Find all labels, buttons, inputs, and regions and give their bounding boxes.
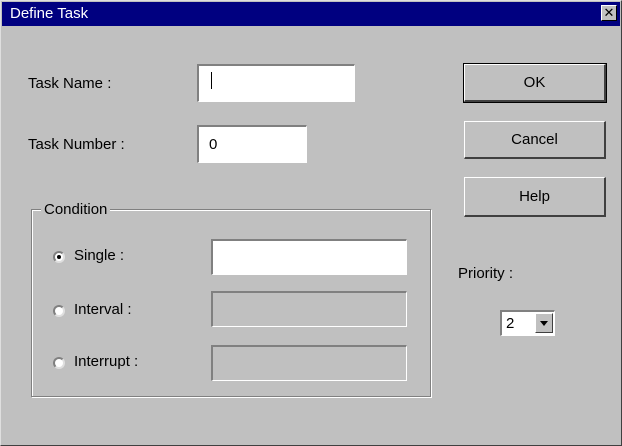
define-task-dialog: Define Task ✕ Task Name : Task Number : … [0,0,622,446]
text-caret [211,72,212,89]
interval-label: Interval : [74,301,132,318]
task-name-label: Task Name : [28,75,112,92]
task-number-label: Task Number : [28,136,125,153]
help-button[interactable]: Help [464,177,606,217]
close-icon[interactable]: ✕ [601,5,617,21]
task-number-value: 0 [209,136,218,153]
close-glyph: ✕ [603,5,615,20]
interrupt-label: Interrupt : [74,353,139,370]
ok-button-label: OK [523,74,546,91]
single-input[interactable] [211,239,407,275]
priority-value: 2 [506,315,515,332]
priority-label: Priority : [458,265,514,282]
interval-input [211,291,407,327]
single-radio[interactable] [53,251,65,263]
radio-selected-dot [57,255,61,259]
title-bar[interactable]: Define Task ✕ [2,2,620,26]
cancel-button-label: Cancel [511,131,558,148]
interval-radio[interactable] [53,305,65,317]
dropdown-triangle [540,321,548,326]
task-name-input[interactable] [197,64,355,102]
interrupt-radio[interactable] [53,357,65,369]
priority-select[interactable]: 2 [500,310,555,336]
cancel-button[interactable]: Cancel [464,121,606,159]
help-button-label: Help [519,188,550,205]
ok-button[interactable]: OK [463,63,607,103]
condition-legend: Condition [41,201,111,218]
interrupt-input [211,345,407,381]
task-number-input[interactable]: 0 [197,125,307,163]
chevron-down-icon[interactable] [535,313,553,333]
window-title: Define Task [10,5,89,22]
single-label: Single : [74,247,125,264]
